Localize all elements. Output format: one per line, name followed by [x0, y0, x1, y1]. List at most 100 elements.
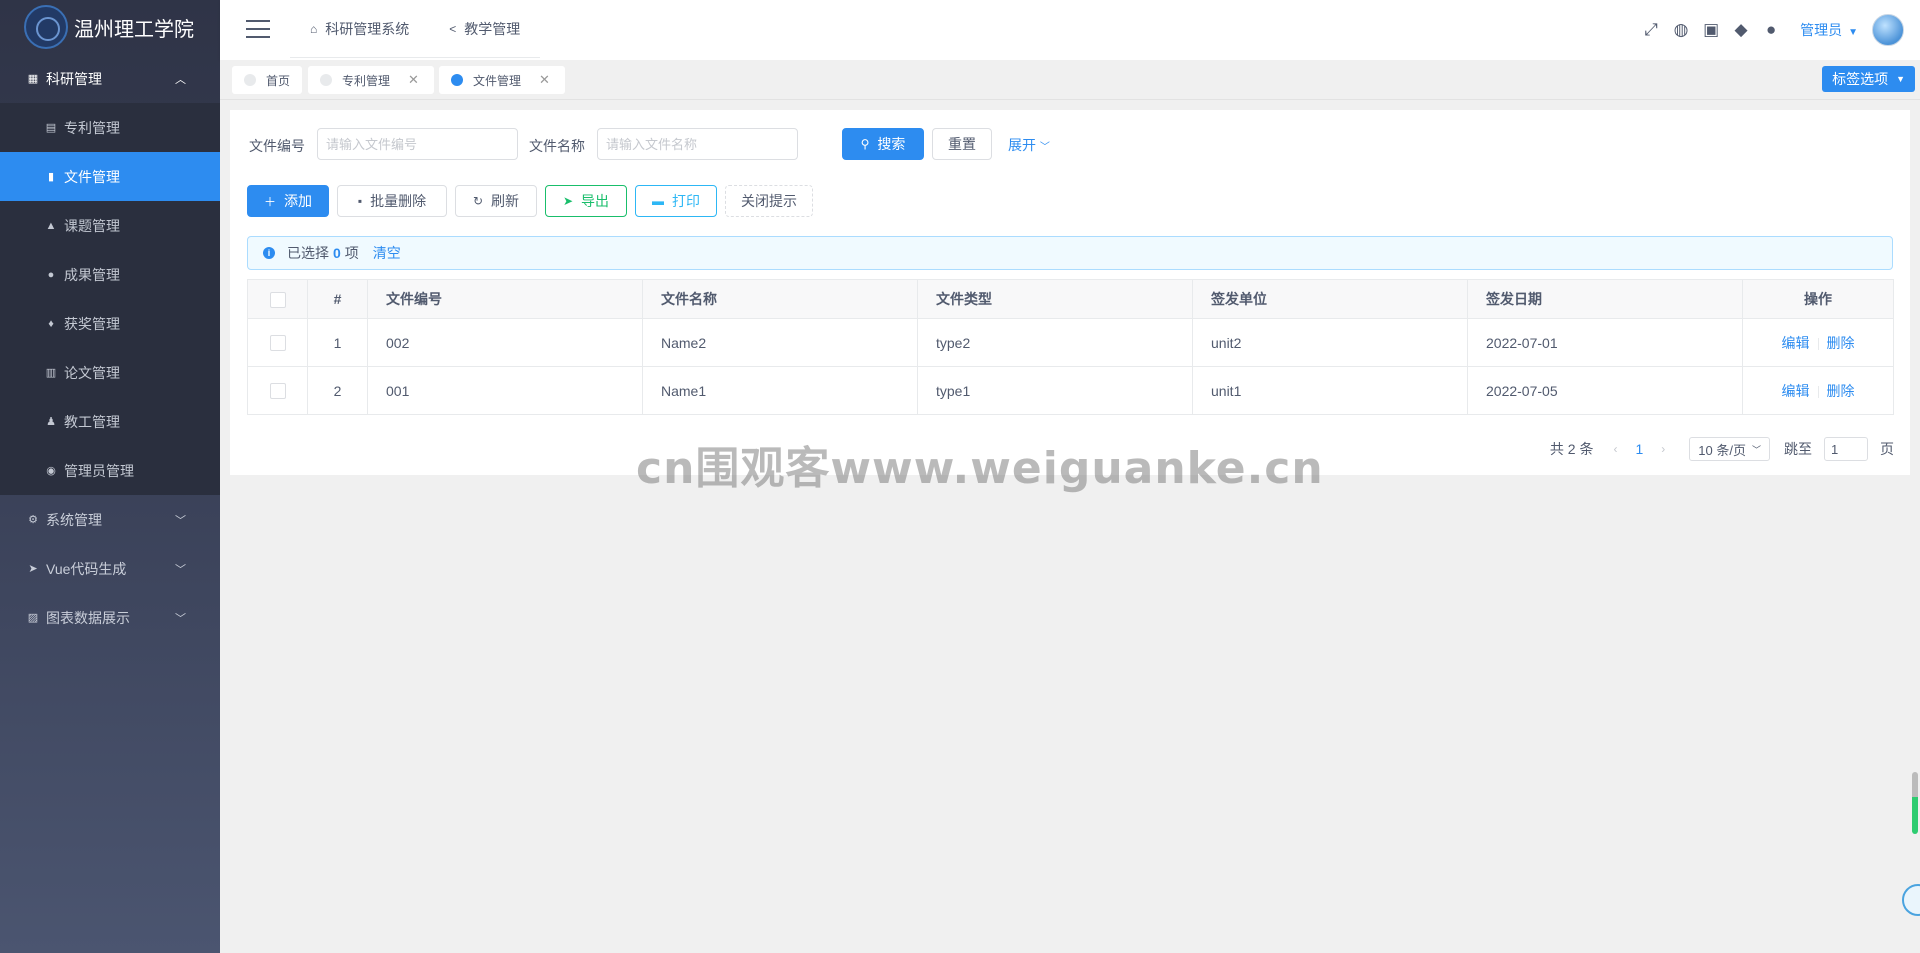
close-tip-button[interactable]: 关闭提示: [725, 185, 813, 217]
cell-file-name: Name1: [642, 366, 918, 415]
close-icon[interactable]: ✕: [539, 72, 550, 88]
research-submenu: ▤ 专利管理 ▮ 文件管理 ▲ 课题管理 ● 成果管理 ♦ 获奖管理 ▥ 论文管…: [0, 103, 220, 495]
column-header: 操作: [1742, 279, 1894, 319]
next-page-icon[interactable]: ›: [1661, 442, 1665, 456]
add-button-label: 添加: [284, 193, 312, 209]
scrollbar-thumb[interactable]: [1912, 772, 1918, 834]
cell-actions: 编辑 删除: [1742, 366, 1894, 415]
row-checkbox[interactable]: [269, 383, 286, 400]
edit-link[interactable]: 编辑: [1782, 335, 1810, 351]
close-tip-label: 关闭提示: [741, 193, 797, 209]
plus-icon: ＋: [263, 194, 276, 209]
tab-home[interactable]: 首页: [232, 66, 302, 94]
print-button[interactable]: ▬ 打印: [635, 185, 717, 217]
delete-link[interactable]: 删除: [1827, 383, 1855, 399]
book-icon: ▤: [45, 122, 57, 134]
tabs-bar: 首页 专利管理 ✕ 文件管理 ✕ 标签选项 ▼: [220, 60, 1920, 100]
sidebar-item-achievement[interactable]: ● 成果管理: [0, 250, 220, 299]
tab-label: 首页: [266, 73, 291, 88]
sidebar-item-staff[interactable]: ♟ 教工管理: [0, 397, 220, 446]
brand-logo[interactable]: 温州理工学院: [0, 0, 220, 54]
selection-alert: i 已选择 0 项 清空: [247, 236, 1893, 270]
top-nav: ⌂ 科研管理系统 < 教学管理: [290, 0, 541, 58]
jump-input[interactable]: 1: [1824, 437, 1868, 461]
chart-icon: ▨: [27, 612, 39, 624]
sidebar-item-file[interactable]: ▮ 文件管理: [0, 152, 220, 201]
reset-button[interactable]: 重置: [932, 128, 992, 160]
sidebar-item-system[interactable]: ⚙ 系统管理 ﹀: [0, 495, 220, 544]
file-table: # 文件编号 文件名称 文件类型 签发单位 签发日期 操作 1 002 Name…: [247, 279, 1894, 415]
sidebar-item-paper[interactable]: ▥ 论文管理: [0, 348, 220, 397]
tab-patent[interactable]: 专利管理 ✕: [308, 66, 434, 94]
tab-file[interactable]: 文件管理 ✕: [439, 66, 565, 94]
expand-link[interactable]: 展开 ﹀: [1008, 135, 1050, 155]
send-icon: ➤: [562, 194, 574, 208]
topnav-label: 教学管理: [464, 20, 521, 37]
chevron-down-icon: ﹀: [175, 563, 186, 576]
topnav-teaching[interactable]: < 教学管理: [429, 0, 540, 57]
expand-label: 展开: [1008, 137, 1036, 153]
globe-icon[interactable]: ◍: [1666, 20, 1696, 40]
bell-icon[interactable]: ◆: [1726, 20, 1756, 40]
chevron-down-icon: ﹀: [175, 612, 186, 625]
top-header: ⌂ 科研管理系统 < 教学管理 ⤢ ◍ ▣ ◆ ● 管理员 ▼: [220, 0, 1920, 60]
sidebar-item-admin[interactable]: ◉ 管理员管理: [0, 446, 220, 495]
selected-count: 0: [333, 245, 341, 261]
page-size-select[interactable]: 10 条/页 ﹀: [1689, 437, 1770, 461]
sidebar-item-charts[interactable]: ▨ 图表数据展示 ﹀: [0, 593, 220, 642]
column-header: 文件名称: [642, 279, 918, 319]
file-no-input[interactable]: [317, 128, 518, 160]
jump-label: 跳至: [1784, 441, 1812, 457]
sidebar-item-codegen[interactable]: ➤ Vue代码生成 ﹀: [0, 544, 220, 593]
tab-label: 文件管理: [473, 73, 522, 88]
close-icon[interactable]: ✕: [408, 72, 419, 88]
add-button[interactable]: ＋ 添加: [247, 185, 329, 217]
tab-options-button[interactable]: 标签选项 ▼: [1822, 66, 1915, 92]
refresh-icon: ↻: [472, 194, 484, 208]
total-count: 共 2 条: [1549, 441, 1594, 457]
cell-file-type: type2: [917, 318, 1193, 367]
edit-link[interactable]: 编辑: [1782, 383, 1810, 399]
sidebar-item-topic[interactable]: ▲ 课题管理: [0, 201, 220, 250]
tab-dot-icon: [244, 74, 256, 86]
topnav-research-system[interactable]: ⌂ 科研管理系统: [290, 0, 429, 57]
table-header-row: # 文件编号 文件名称 文件类型 签发单位 签发日期 操作: [247, 279, 1894, 319]
row-checkbox[interactable]: [269, 335, 286, 352]
row-select-cell: [247, 366, 308, 415]
refresh-button[interactable]: ↻ 刷新: [455, 185, 537, 217]
topnav-label: 科研管理系统: [325, 20, 410, 37]
column-header: #: [307, 279, 368, 319]
action-divider: [1817, 337, 1819, 350]
lock-icon[interactable]: ▣: [1696, 20, 1726, 40]
grid-icon: ▦: [27, 73, 39, 85]
cell-actions: 编辑 删除: [1742, 318, 1894, 367]
prev-page-icon[interactable]: ‹: [1614, 442, 1618, 456]
fullscreen-icon[interactable]: ⤢: [1636, 20, 1666, 40]
select-all-checkbox[interactable]: [269, 291, 286, 308]
sidebar: 温州理工学院 ▦ 科研管理 ︿ ▤ 专利管理 ▮ 文件管理 ▲ 课题管理 ● 成…: [0, 0, 220, 953]
page-number[interactable]: 1: [1636, 441, 1644, 457]
column-header: 文件类型: [917, 279, 1193, 319]
sidebar-item-patent[interactable]: ▤ 专利管理: [0, 103, 220, 152]
flask-icon: ▲: [45, 219, 57, 232]
chat-bubble-icon[interactable]: [1902, 884, 1920, 916]
export-button[interactable]: ➤ 导出: [545, 185, 627, 217]
avatar[interactable]: [1872, 14, 1904, 46]
github-icon[interactable]: ●: [1756, 20, 1786, 40]
batch-delete-button[interactable]: ▪ 批量删除: [337, 185, 447, 217]
sidebar-item-label: 获奖管理: [64, 315, 120, 332]
table-row: 2 001 Name1 type1 unit1 2022-07-05 编辑 删除: [247, 366, 1894, 415]
file-name-input[interactable]: [597, 128, 798, 160]
delete-link[interactable]: 删除: [1827, 335, 1855, 351]
menu-toggle-icon[interactable]: [246, 20, 270, 38]
clear-selection-link[interactable]: 清空: [373, 243, 401, 263]
sidebar-item-award[interactable]: ♦ 获奖管理: [0, 299, 220, 348]
caret-down-icon: ▼: [1896, 74, 1905, 84]
table-row: 1 002 Name2 type2 unit2 2022-07-01 编辑 删除: [247, 318, 1894, 367]
search-button[interactable]: ⚲ 搜索: [842, 128, 924, 160]
header-actions: ⤢ ◍ ▣ ◆ ● 管理员 ▼: [1636, 0, 1920, 60]
sidebar-item-research[interactable]: ▦ 科研管理 ︿: [0, 54, 220, 103]
user-menu[interactable]: 管理员 ▼: [1800, 20, 1858, 40]
trash-icon: ▪: [357, 194, 363, 208]
refresh-label: 刷新: [491, 193, 520, 209]
